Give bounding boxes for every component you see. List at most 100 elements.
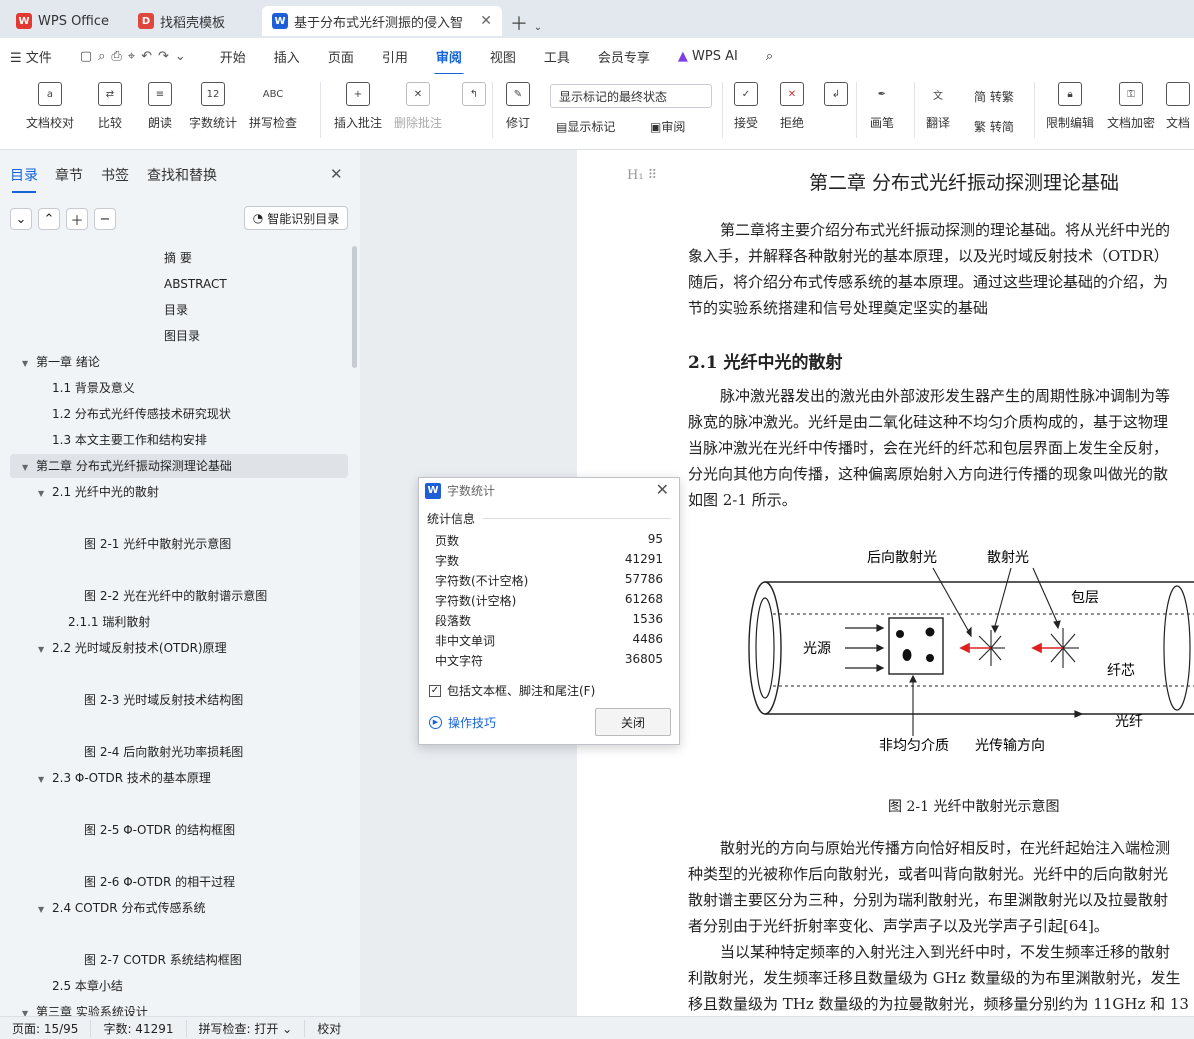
wps-ai-button[interactable]: ▲ WPS AI: [664, 49, 752, 64]
expand-arrow-icon[interactable]: ▼: [22, 1002, 36, 1016]
new-tab-icon[interactable]: ＋ ⌄: [510, 10, 542, 36]
word-count-dialog: W 字数统计 ✕ 统计信息 页数 95 字数 41291 字符数(不计空格) 57786…: [418, 477, 680, 745]
review-pane-button[interactable]: ▣ 审阅: [650, 118, 685, 135]
close-tab-icon[interactable]: ✕: [480, 13, 492, 29]
toc-item[interactable]: ABSTRACT: [164, 272, 227, 296]
stat-row: 非中文单词 4486: [435, 632, 663, 648]
tab-bookmarks[interactable]: 书签: [101, 165, 129, 185]
word-count-indicator[interactable]: 字数: 41291: [91, 1019, 187, 1037]
expand-up-button[interactable]: ⌃: [38, 208, 60, 230]
include-textbox-checkbox[interactable]: ✓ 包括文本框、脚注和尾注(F): [429, 682, 595, 699]
toc-item[interactable]: 目录: [164, 298, 188, 322]
expand-arrow-icon[interactable]: ▼: [22, 456, 36, 480]
proof-indicator[interactable]: 校对: [305, 1020, 353, 1037]
tab-sections[interactable]: 章节: [55, 165, 83, 185]
close-pane-icon[interactable]: ✕: [330, 165, 343, 183]
expand-arrow-icon[interactable]: ▼: [22, 352, 36, 376]
toc-item[interactable]: 图 2-4 后向散射光功率损耗图: [84, 740, 243, 764]
spell-check-button[interactable]: ABC 拼写检查: [249, 82, 297, 131]
markup-display-select[interactable]: 显示标记的最终状态: [550, 84, 712, 108]
tab-wps-office[interactable]: W WPS Office: [6, 6, 120, 36]
toc-item-current[interactable]: ▼ 第二章 分布式光纤振动探测理论基础: [10, 454, 348, 478]
expand-arrow-icon[interactable]: ▼: [38, 638, 52, 662]
delete-comment-button[interactable]: ✕ 删除批注: [394, 82, 442, 131]
show-markup-button[interactable]: ▤ 显示标记: [556, 118, 615, 135]
restrict-edit-button[interactable]: 🔒︎ 限制编辑: [1046, 82, 1094, 131]
to-simplified-button[interactable]: 繁 转简: [974, 118, 1014, 135]
compare-icon: ⇄: [98, 82, 122, 106]
insert-comment-button[interactable]: + 插入批注: [334, 82, 382, 131]
menu-tools[interactable]: 工具: [530, 47, 584, 66]
toc-item[interactable]: 图 2-3 光时域反射技术结构图: [84, 688, 243, 712]
menu-page[interactable]: 页面: [314, 47, 368, 66]
toc-item[interactable]: 图 2-2 光在光纤中的散射谱示意图: [84, 584, 267, 608]
quick-access-icons[interactable]: ▢⌕⎙⌖↶↷⌄: [66, 49, 206, 64]
toc-item[interactable]: 1.1 背景及意义: [52, 376, 135, 400]
toc-item[interactable]: 2.1.1 瑞利散射: [68, 610, 150, 634]
toc-item[interactable]: 1.3 本文主要工作和结构安排: [52, 428, 207, 452]
translate-button[interactable]: 文翻译: [926, 82, 950, 131]
label-medium: 非均匀介质: [879, 737, 949, 753]
tips-link[interactable]: ▶ 操作技巧: [429, 714, 496, 731]
toc-item[interactable]: ▼ 2.3 Φ-OTDR 技术的基本原理: [38, 766, 211, 790]
checkbox-checked-icon: ✓: [429, 684, 441, 697]
plus-icon: ＋: [70, 213, 84, 229]
tab-find-replace[interactable]: 查找和替换: [147, 165, 217, 185]
menu-view[interactable]: 视图: [476, 47, 530, 66]
compare-button[interactable]: ⇄ 比较: [98, 82, 122, 131]
section-heading: 2.1 光纤中光的散射: [688, 353, 843, 373]
toc-item[interactable]: 1.2 分布式光纤传感技术研究现状: [52, 402, 231, 426]
encrypt-doc-button[interactable]: ⚿ 文档加密: [1107, 82, 1155, 131]
toc-item[interactable]: 图 2-1 光纤中散射光示意图: [84, 532, 231, 556]
to-traditional-button[interactable]: 简 转繁: [974, 88, 1014, 105]
toc-item[interactable]: 图目录: [164, 324, 200, 348]
add-heading-button[interactable]: ＋: [66, 208, 88, 230]
menu-review[interactable]: 审阅: [422, 47, 476, 76]
heading-handle-icon[interactable]: H₁ ⠿: [627, 168, 657, 183]
expand-arrow-icon[interactable]: ▼: [38, 482, 52, 506]
status-bar: 页面: 15/95 字数: 41291 拼写检查: 打开 ⌄ 校对: [0, 1016, 1194, 1039]
menu-start[interactable]: 开始: [206, 47, 260, 66]
toc-item[interactable]: ▼ 2.1 光纤中光的散射: [38, 480, 159, 504]
proofread-button[interactable]: a 文档校对: [26, 82, 74, 131]
menu-reference[interactable]: 引用: [368, 47, 422, 66]
doc-more-button[interactable]: 文档: [1166, 82, 1190, 131]
close-dialog-icon[interactable]: ✕: [656, 480, 669, 499]
track-changes-button[interactable]: ✎ 修订: [506, 82, 530, 131]
toc-item[interactable]: 图 2-7 COTDR 系统结构框图: [84, 948, 242, 972]
toc-item[interactable]: ▼ 2.2 光时域反射技术(OTDR)原理: [38, 636, 227, 660]
wps-logo-icon: W: [16, 13, 32, 29]
expand-arrow-icon[interactable]: ▼: [38, 768, 52, 792]
toc-item[interactable]: ▼ 第三章 实验系统设计: [22, 1000, 148, 1016]
expand-arrow-icon[interactable]: ▼: [38, 898, 52, 922]
accept-button[interactable]: ✓ 接受: [734, 82, 758, 131]
menu-insert[interactable]: 插入: [260, 47, 314, 66]
word-count-button[interactable]: 12 字数统计: [189, 82, 237, 131]
file-menu[interactable]: ☰ 文件: [0, 47, 66, 66]
tab-toc[interactable]: 目录: [10, 165, 38, 193]
toc-item[interactable]: ▼ 2.4 COTDR 分布式传感系统: [38, 896, 205, 920]
toc-item[interactable]: 摘 要: [164, 246, 192, 270]
smart-toc-button[interactable]: ◔ 智能识别目录: [244, 206, 348, 230]
search-icon[interactable]: ⌕: [752, 49, 787, 64]
close-button[interactable]: 关闭: [595, 708, 671, 736]
collapse-all-button[interactable]: ⌄: [10, 208, 32, 230]
toc-item[interactable]: 图 2-5 Φ-OTDR 的结构框图: [84, 818, 235, 842]
menu-member[interactable]: 会员专享: [584, 47, 664, 66]
tab-document[interactable]: W 基于分布式光纤测振的侵入智能 ✕: [262, 6, 502, 36]
tab-template[interactable]: D 找稻壳模板: [128, 6, 256, 36]
toc-item[interactable]: ▼ 第一章 绪论: [22, 350, 100, 374]
spell-check-toggle[interactable]: 拼写检查: 打开 ⌄: [187, 1019, 306, 1037]
prev-comment-button[interactable]: ↰: [462, 82, 486, 114]
translate-icon: 文: [933, 90, 943, 102]
toc-item[interactable]: 2.5 本章小结: [52, 974, 123, 998]
read-aloud-button[interactable]: ≡ 朗读: [148, 82, 172, 131]
toc-scrollbar[interactable]: [352, 246, 357, 368]
next-change-button[interactable]: ↲: [824, 82, 848, 114]
reject-button[interactable]: ✕ 拒绝: [780, 82, 804, 131]
accept-icon: ✓: [734, 82, 758, 106]
remove-heading-button[interactable]: −: [94, 208, 116, 230]
pen-button[interactable]: ✒ 画笔: [870, 82, 894, 131]
page-indicator[interactable]: 页面: 15/95: [0, 1019, 92, 1037]
toc-item[interactable]: 图 2-6 Φ-OTDR 的相干过程: [84, 870, 235, 894]
